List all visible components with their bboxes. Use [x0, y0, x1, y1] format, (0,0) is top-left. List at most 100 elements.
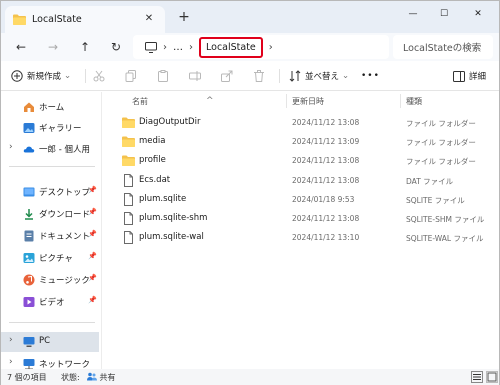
table-row[interactable]: media 2024/11/12 13:09 ファイル フォルダー — [102, 132, 499, 151]
list-view-icon — [473, 374, 481, 380]
item-count: 7 個の項目 — [7, 373, 47, 382]
pin-icon[interactable]: 📌 — [88, 230, 97, 238]
file-name[interactable]: plum.sqlite — [139, 194, 186, 204]
tab-title: LocalState — [32, 14, 82, 25]
chevron-right-icon[interactable]: › — [9, 142, 13, 152]
table-row[interactable]: profile 2024/11/12 13:08 ファイル フォルダー — [102, 151, 499, 170]
pin-icon[interactable]: 📌 — [88, 208, 97, 216]
chevron-right-icon: › — [163, 41, 167, 53]
table-row[interactable]: plum.sqlite-shm 2024/11/12 13:08 SQLITE-SH… — [102, 209, 499, 228]
chevron-right-icon[interactable]: › — [9, 335, 13, 345]
close-window-button[interactable]: ✕ — [463, 1, 493, 27]
download-icon — [25, 209, 33, 220]
breadcrumb-current-folder[interactable]: LocalState — [199, 36, 263, 58]
file-name[interactable]: plum.sqlite-shm — [139, 213, 207, 223]
chevron-down-icon: ⌄ — [342, 71, 350, 81]
forward-button[interactable]: → — [43, 37, 63, 57]
sidebar-item-label: ドキュメント — [39, 232, 91, 242]
maximize-button[interactable]: ☐ — [429, 1, 459, 27]
file-name[interactable]: Ecs.dat — [139, 175, 170, 185]
cut-button[interactable] — [93, 67, 105, 85]
onedrive-icon — [23, 146, 35, 153]
delete-button[interactable] — [253, 67, 265, 85]
close-tab-icon[interactable]: ✕ — [141, 11, 157, 27]
sidebar-item-downloads[interactable]: ダウンロード 📌 — [1, 204, 99, 224]
file-type: DAT ファイル — [406, 176, 454, 186]
tab-localstate[interactable]: LocalState ✕ — [5, 6, 165, 33]
file-type: SQLITE-SHM ファイル — [406, 215, 485, 224]
minimize-button[interactable]: — — [398, 1, 428, 27]
sidebar-item-label: ギャラリー — [39, 124, 82, 134]
sidebar-item-music[interactable]: ミュージック 📌 — [1, 270, 99, 290]
sidebar-item-label: ビデオ — [39, 298, 65, 308]
sidebar-item-desktop[interactable]: デスクトップ 📌 — [1, 182, 99, 202]
file-date: 2024/11/12 13:10 — [292, 233, 360, 243]
details-pane-button[interactable]: 詳細 — [453, 67, 486, 85]
file-icon — [124, 212, 133, 225]
breadcrumb[interactable]: › … › LocalState › — [133, 35, 389, 59]
sidebar-item-pc[interactable]: › PC — [1, 332, 99, 352]
column-divider[interactable] — [286, 94, 287, 108]
sidebar-item-pictures[interactable]: ピクチャ 📌 — [1, 248, 99, 268]
copy-icon — [125, 70, 136, 82]
sidebar-item-videos[interactable]: ビデオ 📌 — [1, 292, 99, 312]
pin-icon[interactable]: 📌 — [88, 186, 97, 194]
file-name[interactable]: profile — [139, 155, 166, 165]
column-header-type[interactable]: 種類 — [406, 96, 422, 107]
sort-button[interactable]: 並べ替え ⌄ — [289, 67, 349, 85]
pin-icon[interactable]: 📌 — [88, 274, 97, 282]
sidebar-item-label: ホーム — [39, 103, 65, 113]
sidebar-item-onedrive[interactable]: › 一郎 - 個人用 — [1, 139, 99, 159]
new-button[interactable]: 新規作成 ⌄ — [11, 67, 71, 85]
column-header-name[interactable]: 名前 — [132, 96, 148, 107]
pin-icon[interactable]: 📌 — [88, 296, 97, 304]
details-pane-icon — [453, 70, 465, 82]
file-name[interactable]: DiagOutputDir — [139, 117, 200, 127]
new-tab-button[interactable]: + — [175, 8, 193, 26]
videos-icon — [23, 297, 35, 307]
refresh-button[interactable]: ↻ — [106, 37, 126, 57]
folder-icon — [122, 136, 135, 148]
table-row[interactable]: Ecs.dat 2024/11/12 13:08 DAT ファイル — [102, 171, 499, 190]
column-header-row: ^ 名前 更新日時 種類 — [102, 92, 499, 110]
folder-icon — [122, 155, 135, 167]
up-button[interactable]: ↑ — [75, 37, 95, 57]
sidebar-divider — [9, 166, 95, 167]
paste-button[interactable] — [157, 67, 169, 85]
rename-button[interactable] — [189, 67, 201, 85]
table-row[interactable]: plum.sqlite 2024/01/18 9:53 SQLITE ファイル — [102, 190, 499, 209]
home-icon — [24, 102, 34, 112]
column-divider[interactable] — [400, 94, 401, 108]
sidebar-item-gallery[interactable]: ギャラリー — [1, 118, 99, 138]
file-name[interactable]: plum.sqlite-wal — [139, 232, 204, 242]
pc-monitor-icon — [145, 41, 157, 53]
tiles-view-button[interactable] — [486, 371, 498, 383]
table-row[interactable]: DiagOutputDir 2024/11/12 13:08 ファイル フォルダー — [102, 113, 499, 132]
back-button[interactable]: ← — [11, 37, 31, 57]
desktop-icon — [23, 187, 35, 197]
column-header-date[interactable]: 更新日時 — [292, 96, 324, 107]
grid-view-icon — [487, 372, 497, 382]
sidebar-item-label: PC — [39, 336, 51, 346]
folder-icon — [13, 14, 26, 25]
sidebar-item-documents[interactable]: ドキュメント 📌 — [1, 226, 99, 246]
pc-icon — [23, 337, 35, 347]
details-view-button[interactable] — [471, 371, 483, 383]
trash-icon — [254, 70, 264, 82]
share-button[interactable] — [221, 67, 233, 85]
gallery-icon — [23, 123, 35, 133]
chevron-right-icon[interactable]: › — [9, 357, 13, 367]
sidebar-item-home[interactable]: ホーム — [1, 97, 99, 117]
copy-button[interactable] — [125, 67, 137, 85]
more-options-button[interactable]: ••• — [361, 67, 380, 85]
chevron-down-icon: ⌄ — [64, 71, 72, 81]
details-label: 詳細 — [469, 72, 487, 82]
tab-bar: LocalState ✕ + — ☐ ✕ — [1, 1, 499, 33]
search-input[interactable]: LocalStateの検索 — [393, 35, 493, 59]
file-name[interactable]: media — [139, 136, 165, 146]
pin-icon[interactable]: 📌 — [88, 252, 97, 260]
breadcrumb-overflow[interactable]: … — [173, 42, 183, 53]
plus-circle-icon — [11, 70, 23, 82]
chevron-right-icon[interactable]: › — [269, 42, 273, 53]
table-row[interactable]: plum.sqlite-wal 2024/11/12 13:10 SQLITE-WA… — [102, 228, 499, 247]
